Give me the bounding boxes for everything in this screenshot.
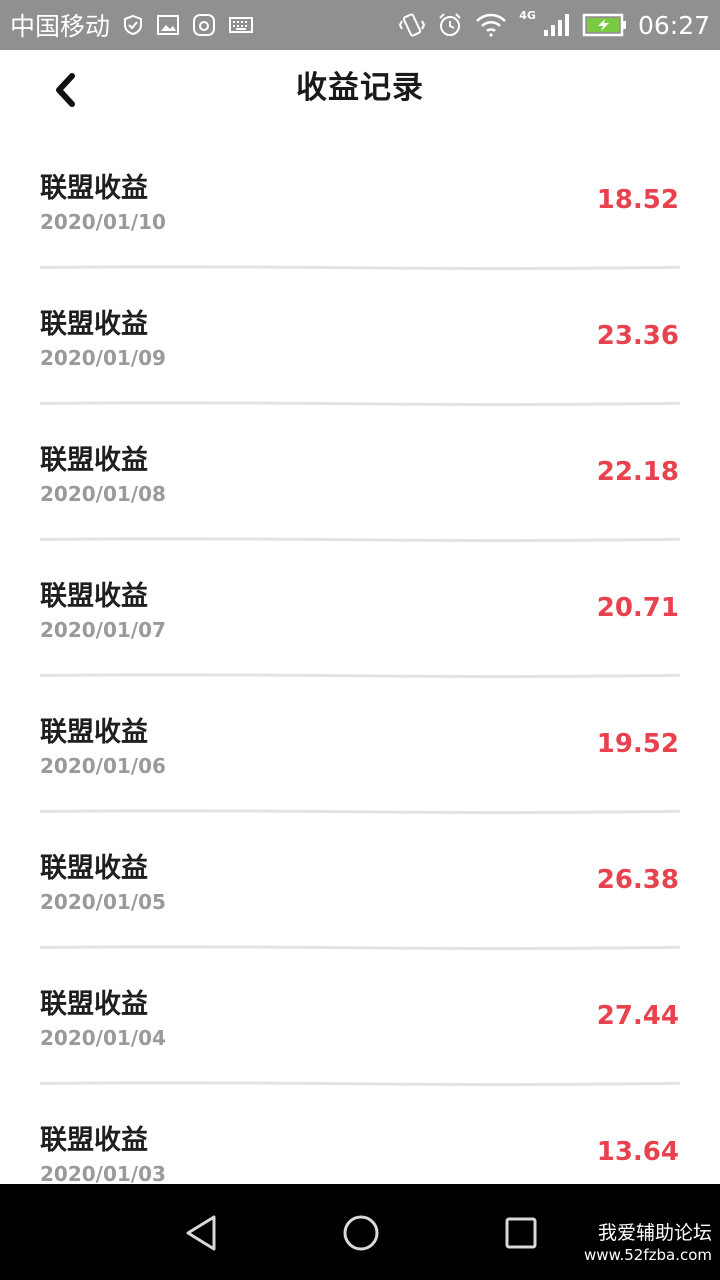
list-item[interactable]: 联盟收益 2020/01/05 26.38 bbox=[0, 810, 720, 950]
page-title: 收益记录 bbox=[296, 70, 424, 106]
system-nav-bar: 我爱辅助论坛 www.52fzba.com bbox=[0, 1184, 720, 1280]
record-amount: 27.44 bbox=[596, 1001, 679, 1031]
list-item[interactable]: 联盟收益 2020/01/06 19.52 bbox=[0, 674, 720, 814]
record-amount: 19.52 bbox=[596, 729, 679, 759]
record-date: 2020/01/09 bbox=[40, 346, 166, 370]
record-date: 2020/01/05 bbox=[40, 890, 166, 914]
earnings-record-list[interactable]: 联盟收益 2020/01/10 18.52 联盟收益 2020/01/09 23… bbox=[0, 130, 720, 1184]
record-title: 联盟收益 bbox=[40, 853, 148, 884]
chevron-left-icon bbox=[56, 73, 75, 107]
record-date: 2020/01/10 bbox=[40, 210, 166, 234]
list-item[interactable]: 联盟收益 2020/01/10 18.52 bbox=[0, 130, 720, 270]
nav-back-button[interactable] bbox=[176, 1208, 226, 1258]
status-bar: 中国移动 4G 06:27 bbox=[0, 0, 720, 50]
list-item[interactable]: 联盟收益 2020/01/03 13.64 bbox=[0, 1082, 720, 1184]
record-title: 联盟收益 bbox=[40, 581, 148, 612]
notification-icons bbox=[122, 13, 254, 37]
record-amount: 23.36 bbox=[596, 321, 679, 351]
record-amount: 22.18 bbox=[596, 457, 679, 487]
list-item[interactable]: 联盟收益 2020/01/08 22.18 bbox=[0, 402, 720, 542]
alarm-icon bbox=[437, 12, 463, 38]
list-item[interactable]: 联盟收益 2020/01/07 20.71 bbox=[0, 538, 720, 678]
network-type: 4G bbox=[519, 8, 536, 22]
watermark-url: www.52fzba.com bbox=[584, 1246, 712, 1264]
battery-icon bbox=[582, 12, 628, 38]
triangle-back-icon bbox=[186, 1215, 216, 1251]
record-date: 2020/01/06 bbox=[40, 754, 166, 778]
circle-home-icon bbox=[343, 1215, 379, 1251]
record-title: 联盟收益 bbox=[40, 445, 148, 476]
nav-recents-button[interactable] bbox=[496, 1208, 546, 1258]
record-date: 2020/01/03 bbox=[40, 1162, 166, 1184]
record-amount: 13.64 bbox=[596, 1137, 679, 1167]
record-date: 2020/01/07 bbox=[40, 618, 166, 642]
wifi-icon bbox=[475, 13, 507, 37]
square-recents-icon bbox=[505, 1217, 537, 1249]
carrier-name: 中国移动 bbox=[10, 12, 111, 41]
record-amount: 26.38 bbox=[596, 865, 679, 895]
watermark-title: 我爱辅助论坛 bbox=[597, 1222, 712, 1244]
record-amount: 20.71 bbox=[596, 593, 679, 623]
record-title: 联盟收益 bbox=[40, 989, 148, 1020]
image-icon bbox=[156, 14, 180, 36]
clock-time: 06:27 bbox=[637, 10, 710, 40]
back-button[interactable] bbox=[40, 68, 90, 112]
shield-icon bbox=[122, 14, 144, 36]
list-item[interactable]: 联盟收益 2020/01/09 23.36 bbox=[0, 266, 720, 406]
record-date: 2020/01/04 bbox=[40, 1026, 166, 1050]
record-title: 联盟收益 bbox=[40, 309, 148, 340]
vibrate-icon bbox=[399, 11, 426, 39]
record-title: 联盟收益 bbox=[40, 1125, 148, 1156]
record-amount: 18.52 bbox=[596, 185, 679, 215]
signal-icon bbox=[542, 12, 570, 38]
app-icon bbox=[192, 13, 216, 37]
record-title: 联盟收益 bbox=[40, 173, 148, 204]
nav-home-button[interactable] bbox=[336, 1208, 386, 1258]
keyboard-icon bbox=[228, 15, 254, 35]
list-item[interactable]: 联盟收益 2020/01/04 27.44 bbox=[0, 946, 720, 1086]
record-date: 2020/01/08 bbox=[40, 482, 166, 506]
app-header: 收益记录 bbox=[0, 50, 720, 130]
record-title: 联盟收益 bbox=[40, 717, 148, 748]
system-icons: 4G bbox=[399, 8, 628, 39]
